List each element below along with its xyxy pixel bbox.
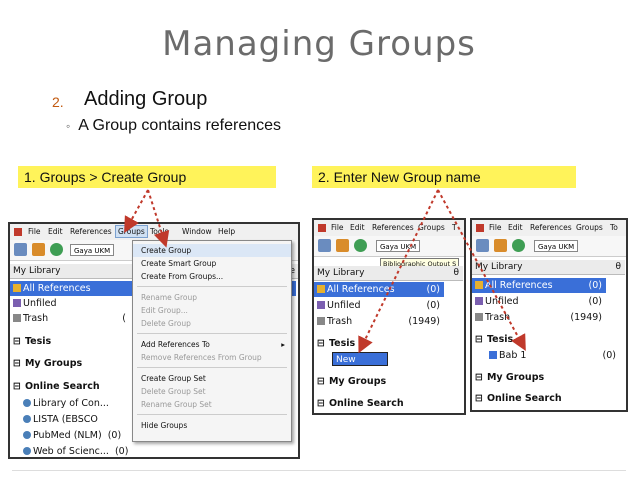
annotation-arrows: [124, 189, 526, 354]
arrow-to-groups-menu: [124, 189, 149, 233]
slide-footer-line: [12, 470, 626, 477]
arrow-to-bab-1: [437, 189, 526, 352]
arrow-to-create-group: [147, 189, 170, 248]
arrow-to-new-group: [358, 189, 439, 354]
